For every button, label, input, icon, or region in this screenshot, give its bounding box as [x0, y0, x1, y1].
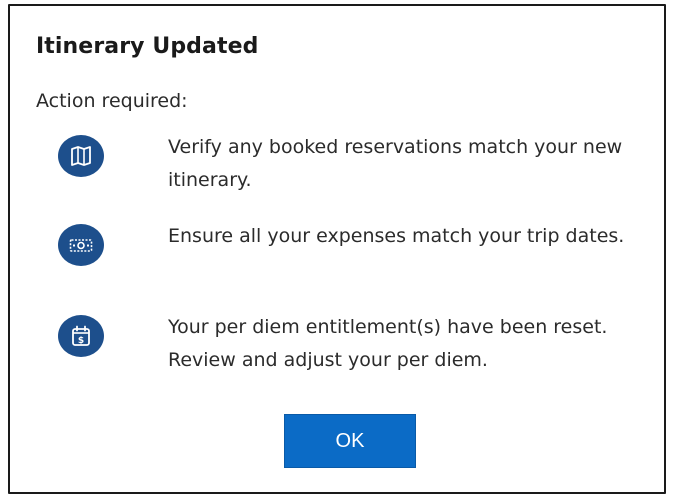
dialog-title: Itinerary Updated: [36, 34, 259, 59]
action-item-check-expenses: Ensure all your expenses match your trip…: [58, 216, 658, 278]
map-icon: [58, 135, 104, 177]
action-item-text: Verify any booked reservations match you…: [168, 136, 623, 191]
ok-button[interactable]: OK: [284, 414, 416, 468]
action-item-text: Ensure all your expenses match your trip…: [168, 225, 625, 247]
action-item-text: Your per diem entitlement(s) have been r…: [168, 316, 608, 371]
itinerary-updated-dialog: Itinerary Updated Action required: Verif…: [8, 4, 666, 494]
action-item-verify-reservations: Verify any booked reservations match you…: [58, 127, 658, 191]
calendar-dollar-icon: $: [58, 315, 104, 357]
action-item-per-diem-reset: $ Your per diem entitlement(s) have been…: [58, 307, 658, 371]
action-required-label: Action required:: [36, 90, 188, 112]
svg-text:$: $: [78, 336, 84, 346]
money-icon: [58, 224, 104, 266]
